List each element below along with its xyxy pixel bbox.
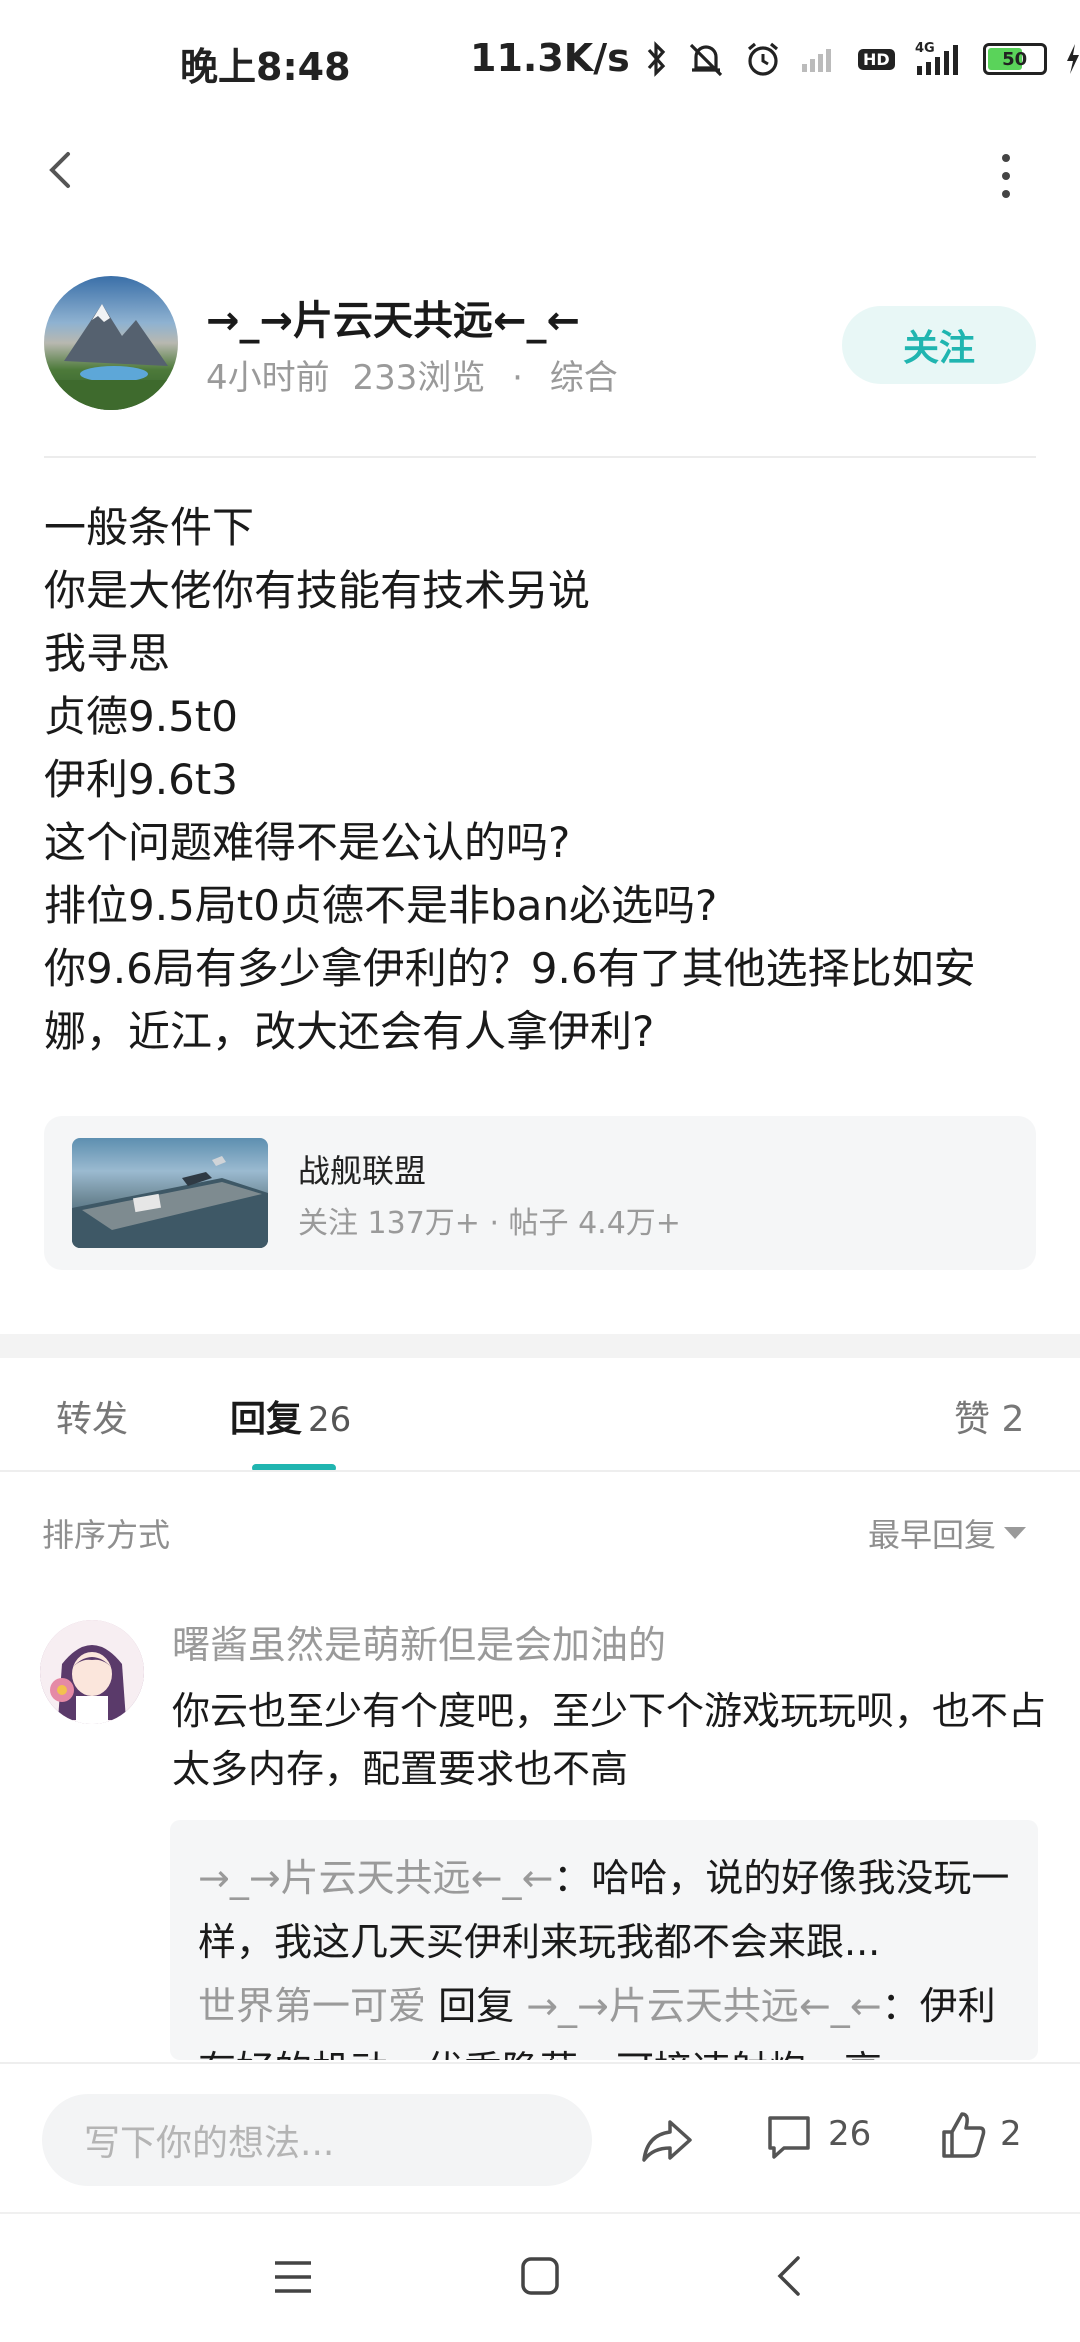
author-avatar[interactable]	[44, 276, 178, 410]
forum-stats: 关注 137万+ · 帖子 4.4万+	[298, 1206, 681, 1241]
share-icon[interactable]	[640, 2114, 696, 2166]
post-time: 4小时前	[206, 358, 330, 398]
forum-image	[72, 1138, 268, 1248]
caret-down-icon	[1004, 1527, 1027, 1539]
post-line: 我寻思	[44, 629, 171, 678]
aircraft-carrier-image	[72, 1156, 268, 1248]
sort-dropdown[interactable]: 最早回复	[868, 1510, 1027, 1556]
meta-separator: ·	[512, 358, 523, 398]
bluetooth-icon	[647, 41, 666, 77]
follow-button[interactable]: 关注	[842, 306, 1036, 384]
anime-character-avatar	[40, 1620, 144, 1724]
sub-reply-user[interactable]: 世界第一可爱	[198, 1984, 426, 2028]
post-line: 娜，近江，改大还会有人拿伊利?	[44, 1007, 655, 1056]
commenter-avatar[interactable]	[40, 1620, 144, 1724]
hd-badge: HD	[858, 48, 895, 70]
tab-reply-count: 26	[308, 1400, 352, 1440]
comment-text: 你云也至少有个度吧，至少下个游戏玩玩呗，也不占太多内存，配置要求也不高	[172, 1689, 1047, 1791]
post-line: 伊利9.6t3	[44, 755, 238, 804]
battery-icon: 50	[982, 43, 1047, 75]
thumbs-up-icon[interactable]	[938, 2110, 988, 2160]
charging-icon	[1066, 44, 1079, 74]
sub-reply: 世界第一可爱 回复 →_→片云天共远←_←：伊利有好的机动，优秀隐蔽，可接速射炮…	[198, 1974, 1018, 2060]
like-count: 2	[1000, 2114, 1022, 2154]
sub-replies-list: →_→片云天共远←_←：哈哈，说的好像我没玩一样，我这几天买伊利来玩我都不会来跟…	[198, 1846, 1018, 2060]
post-line: 排位9.5局t0贞德不是非ban必选吗?	[44, 881, 718, 930]
forum-card[interactable]: 战舰联盟 关注 137万+ · 帖子 4.4万+	[44, 1116, 1036, 1270]
sub-replies-box[interactable]: →_→片云天共远←_←：哈哈，说的好像我没玩一样，我这几天买伊利来玩我都不会来跟…	[170, 1820, 1038, 2060]
tab-like[interactable]: 赞 2	[954, 1390, 1024, 1442]
sub-reply-user[interactable]: →_→片云天共远←_←	[198, 1856, 553, 1900]
post-meta: 4小时前 233浏览 · 综合	[206, 350, 618, 399]
alarm-icon	[747, 42, 779, 76]
post-body: 一般条件下 你是大佬你有技能有技术另说 我寻思 贞德9.5t0 伊利9.6t3 …	[44, 496, 1034, 1063]
sub-reply: →_→片云天共远←_←：哈哈，说的好像我没玩一样，我这几天买伊利来玩我都不会来跟…	[198, 1846, 1018, 1974]
post-line: 你9.6局有多少拿伊利的？9.6有了其他选择比如安	[44, 944, 976, 993]
svg-text:4G: 4G	[915, 41, 935, 56]
system-navigation-bar	[0, 2212, 1080, 2342]
wifi-signal-icon	[802, 49, 831, 72]
bottom-action-bar: 写下你的想法... 26 2	[0, 2062, 1080, 2212]
post-line: 一般条件下	[44, 503, 255, 552]
tab-reply-label: 回复	[230, 1399, 303, 1440]
post-category: 综合	[549, 358, 618, 398]
divider	[44, 456, 1036, 458]
sub-reply-target[interactable]: →_→片云天共远←_←	[526, 1984, 881, 2028]
status-time: 晚上8:48	[180, 45, 351, 89]
tab-reply[interactable]: 回复 26	[230, 1390, 351, 1442]
home-icon[interactable]	[520, 2256, 560, 2296]
comment-input[interactable]: 写下你的想法...	[42, 2094, 592, 2186]
sort-value: 最早回复	[868, 1516, 997, 1554]
status-icons: HD 4G 50	[646, 40, 1080, 78]
tab-divider	[0, 1470, 1080, 1472]
cell-signal-icon: 4G	[915, 41, 958, 75]
post-views: 233浏览	[352, 358, 486, 398]
post-line: 这个问题难得不是公认的吗?	[44, 818, 571, 867]
author-name[interactable]: →_→片云天共远←_←	[206, 288, 580, 346]
nav-back-icon[interactable]	[776, 2254, 802, 2298]
mountain-landscape-icon	[44, 304, 178, 410]
back-icon[interactable]	[40, 140, 80, 200]
mute-notification-icon	[689, 43, 723, 77]
status-bar: 晚上8:48 11.3K/s HD 4G 50	[0, 0, 1080, 120]
sort-label: 排序方式	[42, 1516, 171, 1554]
comment-count: 26	[828, 2114, 872, 2154]
recent-apps-icon[interactable]	[272, 2258, 314, 2296]
section-divider	[0, 1334, 1080, 1358]
network-speed: 11.3K/s	[470, 36, 630, 80]
comment-icon[interactable]	[764, 2112, 814, 2162]
more-options-icon[interactable]	[996, 146, 1016, 206]
forum-name: 战舰联盟	[298, 1152, 427, 1190]
commenter-name[interactable]: 曙酱虽然是萌新但是会加油的	[172, 1614, 666, 1669]
reply-word: 回复	[438, 1984, 515, 2028]
tab-forward[interactable]: 转发	[56, 1390, 128, 1442]
post-line: 你是大佬你有技能有技术另说	[44, 566, 591, 615]
post-line: 贞德9.5t0	[44, 692, 238, 741]
